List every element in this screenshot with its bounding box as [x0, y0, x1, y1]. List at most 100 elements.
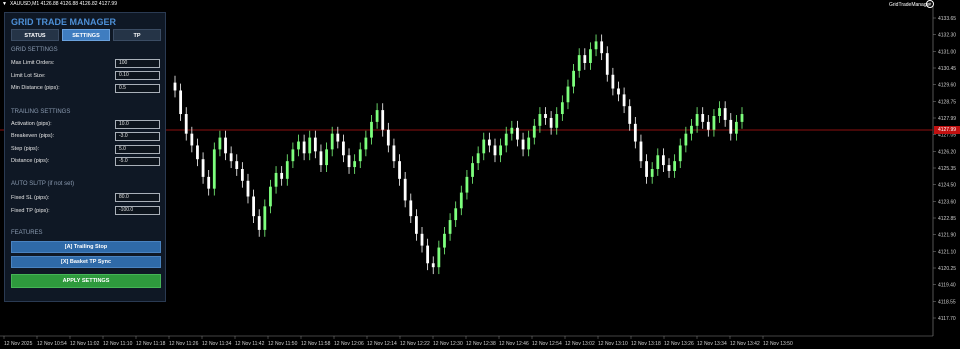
label-limit-lot-size: Limit Lot Size: — [11, 73, 46, 79]
candle-body — [173, 82, 177, 91]
section-grid-settings: GRID SETTINGS — [11, 47, 58, 53]
tab-settings[interactable]: SETTINGS — [62, 29, 110, 41]
candle-body — [740, 114, 744, 122]
input-activation[interactable]: 10.0 — [115, 120, 160, 129]
input-breakeven[interactable]: -3.0 — [115, 132, 160, 141]
time-tick-label: 12 Nov 11:26 — [169, 341, 199, 347]
candle-body — [454, 208, 458, 221]
candle-body — [364, 137, 368, 150]
section-trailing-settings: TRAILING SETTINGS — [11, 109, 71, 115]
label-distance: Distance (pips): — [11, 158, 50, 164]
candle-body — [639, 141, 643, 162]
candle-body — [403, 178, 407, 201]
candle-body — [409, 200, 413, 217]
candle-body — [487, 139, 491, 146]
candle-body — [712, 116, 716, 130]
candle-body — [218, 137, 222, 150]
candle-body — [656, 155, 660, 170]
time-tick-label: 12 Nov 12:38 — [466, 341, 496, 347]
candle-body — [617, 88, 620, 95]
time-tick-label: 12 Nov 13:18 — [631, 341, 661, 347]
input-distance[interactable]: -5.0 — [115, 157, 160, 166]
input-limit-lot-size[interactable]: 0.10 — [115, 71, 160, 80]
candle-body — [493, 145, 497, 156]
time-tick-label: 12 Nov 13:34 — [697, 341, 727, 347]
price-tick-label: 4131.00 — [938, 49, 956, 55]
candle-body — [448, 220, 452, 234]
price-tick-label: 4130.45 — [938, 66, 956, 72]
candle-body — [594, 41, 598, 50]
price-tick-label: 4129.60 — [938, 83, 956, 89]
input-step[interactable]: 5.0 — [115, 145, 160, 154]
candle-body — [269, 186, 272, 207]
candle-body — [443, 233, 446, 248]
candle-body — [544, 114, 547, 118]
candle-body — [257, 216, 261, 230]
candle-body — [499, 145, 503, 156]
label-min-distance: Min Distance (pips): — [11, 85, 60, 91]
candle-body — [426, 245, 430, 264]
apply-settings-button[interactable]: APPLY SETTINGS — [11, 274, 161, 288]
tab-status[interactable]: STATUS — [11, 29, 59, 41]
candle-body — [600, 41, 604, 54]
basket-tp-sync-button[interactable]: [X] Basket TP Sync — [11, 256, 161, 268]
time-tick-label: 12 Nov 11:18 — [136, 341, 166, 347]
time-tick-label: 12 Nov 11:34 — [202, 341, 232, 347]
candle-body — [297, 141, 300, 150]
time-tick-label: 12 Nov 11:10 — [103, 341, 133, 347]
time-tick-label: 12 Nov 11:58 — [301, 341, 331, 347]
price-tick-label: 4120.25 — [938, 266, 956, 272]
candle-body — [386, 129, 390, 146]
time-tick-label: 12 Nov 12:30 — [433, 341, 463, 347]
candle-body — [431, 263, 435, 268]
candle-body — [555, 114, 559, 128]
label-step: Step (pips): — [11, 146, 40, 152]
candle-body — [285, 161, 289, 179]
input-min-distance[interactable]: 0.5 — [115, 84, 160, 93]
time-tick-label: 12 Nov 10:54 — [37, 341, 67, 347]
price-tick-label: 4125.35 — [938, 166, 956, 172]
time-tick-label: 12 Nov 13:02 — [565, 341, 595, 347]
candle-body — [645, 161, 648, 177]
section-features: FEATURES — [11, 230, 43, 236]
ea-name-label: GridTradeManager — [889, 2, 932, 8]
chart-header: ▼ XAUUSD,M1 4126.88 4126.88 4126.82 4127.… — [2, 1, 117, 7]
candle-body — [263, 206, 267, 230]
candle-body — [370, 121, 373, 138]
time-tick-label: 12 Nov 11:02 — [70, 341, 100, 347]
candle-body — [471, 163, 474, 177]
time-tick-label: 12 Nov 12:06 — [334, 341, 364, 347]
candle-body — [572, 70, 575, 87]
candle-body — [650, 169, 654, 177]
trailing-stop-button[interactable]: [A] Trailing Stop — [11, 241, 161, 253]
smiley-icon[interactable]: ☺ — [926, 0, 934, 8]
time-tick-label: 12 Nov 12:22 — [400, 341, 430, 347]
triangle-down-icon[interactable]: ▼ — [2, 1, 7, 7]
candle-body — [527, 137, 531, 150]
input-max-limit-orders[interactable]: 100 — [115, 59, 160, 68]
candle-body — [336, 133, 340, 142]
candle-body — [706, 121, 710, 130]
candle-body — [190, 133, 194, 146]
candle-body — [252, 196, 255, 217]
price-tick-label: 4117.70 — [938, 316, 956, 322]
candle-body — [184, 114, 188, 134]
candle-body — [325, 149, 328, 166]
candle-body — [398, 161, 401, 179]
price-tick-label: 4124.50 — [938, 183, 956, 189]
tab-tp[interactable]: TP — [113, 29, 161, 41]
candle-body — [695, 114, 699, 126]
input-fixed-tp[interactable]: -100.0 — [115, 206, 160, 215]
candle-body — [280, 172, 284, 179]
time-tick-label: 12 Nov 13:10 — [598, 341, 628, 347]
candle-body — [196, 145, 199, 160]
input-fixed-sl[interactable]: 80.0 — [115, 193, 160, 202]
candle-body — [701, 114, 705, 122]
time-tick-label: 12 Nov 11:50 — [268, 341, 298, 347]
candle-body — [302, 141, 306, 154]
label-activation: Activation (pips): — [11, 121, 52, 127]
candle-body — [611, 74, 615, 89]
candle-body — [420, 233, 424, 246]
price-tick-label: 4118.55 — [938, 299, 956, 305]
candle-body — [459, 192, 463, 209]
